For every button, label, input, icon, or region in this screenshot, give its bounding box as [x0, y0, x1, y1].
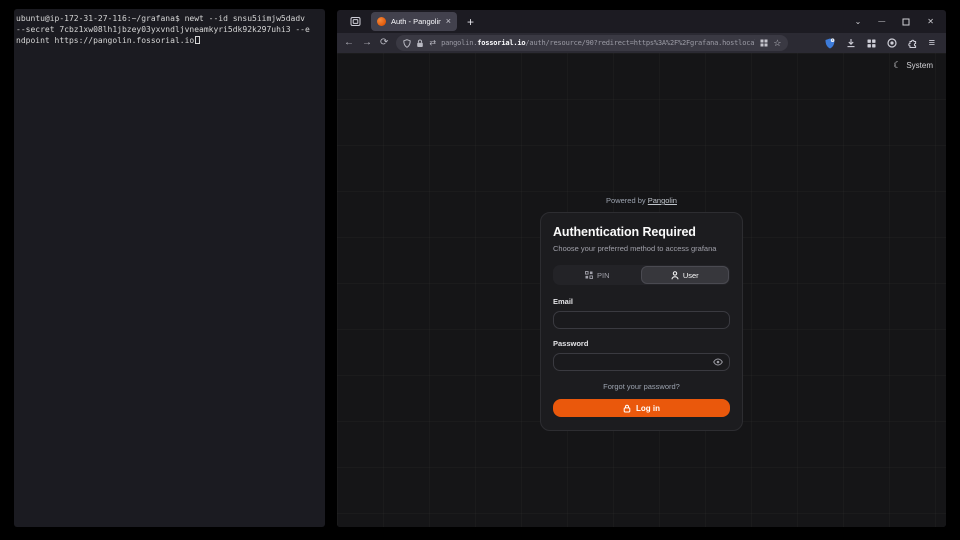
- tab-title: Auth - Pangolin: [391, 17, 441, 26]
- pin-keypad-icon: [585, 271, 593, 279]
- forward-icon[interactable]: →: [362, 38, 372, 48]
- pangolin-link[interactable]: Pangolin: [648, 196, 677, 205]
- powered-by: Powered by Pangolin: [337, 196, 946, 205]
- login-button-label: Log in: [636, 404, 660, 413]
- shortcuts-grid-icon[interactable]: [760, 39, 768, 47]
- terminal-window[interactable]: ubuntu@ip-172-31-27-116:~/grafana$ newt …: [14, 9, 325, 527]
- show-password-icon[interactable]: [713, 358, 723, 366]
- email-label: Email: [553, 297, 730, 306]
- maximize-icon[interactable]: [902, 18, 910, 26]
- new-tab-button[interactable]: +: [467, 16, 474, 28]
- lock-icon[interactable]: [416, 39, 424, 48]
- reload-icon[interactable]: ⟳: [380, 38, 388, 48]
- toolbar-extension-icons: 1 ≡: [825, 38, 935, 49]
- url-bar[interactable]: ⇄ pangolin.fossorial.io/auth/resource/90…: [396, 35, 788, 51]
- theme-label: System: [906, 61, 933, 70]
- moon-icon: ☾: [893, 61, 901, 70]
- auth-method-tabs: PIN User: [553, 265, 730, 285]
- page-content: ☾ System Powered by Pangolin Authenticat…: [337, 53, 946, 527]
- login-lock-icon: [623, 404, 631, 413]
- password-label: Password: [553, 339, 730, 348]
- extensions-puzzle-icon[interactable]: [908, 38, 918, 48]
- login-button[interactable]: Log in: [553, 399, 730, 417]
- terminal-line: --secret 7cbz1xw08lh1jbzey03yxvndljvneam…: [16, 25, 310, 34]
- pangolin-favicon: [377, 17, 386, 26]
- exchange-icon[interactable]: ⇄: [429, 39, 436, 47]
- bookmark-star-icon[interactable]: ☆: [773, 39, 781, 48]
- window-controls: ⌄ — ✕: [855, 18, 934, 26]
- url-domain: fossorial.io: [477, 39, 525, 47]
- theme-toggle[interactable]: ☾ System: [893, 61, 933, 70]
- user-icon: [671, 271, 679, 280]
- forgot-password-link[interactable]: Forgot your password?: [553, 382, 730, 391]
- tab-pin-label: PIN: [597, 271, 610, 280]
- tab-user-label: User: [683, 271, 699, 280]
- downloads-icon[interactable]: [846, 38, 856, 48]
- tab-user[interactable]: User: [641, 266, 730, 284]
- email-field[interactable]: [553, 311, 730, 329]
- back-icon[interactable]: ←: [344, 38, 354, 48]
- tab-bar: Auth - Pangolin × + ⌄ — ✕: [337, 10, 946, 33]
- auth-card: Authentication Required Choose your pref…: [540, 212, 743, 431]
- password-field[interactable]: [553, 353, 730, 371]
- containers-grid-icon[interactable]: [867, 39, 876, 48]
- browser-window: Auth - Pangolin × + ⌄ — ✕ ← → ⟳ ⇄ pangol…: [337, 10, 946, 527]
- terminal-cursor: [195, 36, 200, 44]
- record-circle-icon[interactable]: [887, 38, 897, 48]
- close-window-icon[interactable]: ✕: [927, 18, 934, 26]
- firefox-view-icon[interactable]: [348, 15, 362, 29]
- terminal-line: ndpoint https://pangolin.fossorial.io: [16, 36, 194, 45]
- tab-close-icon[interactable]: ×: [446, 17, 451, 26]
- minimize-icon[interactable]: —: [878, 18, 885, 25]
- url-text[interactable]: pangolin.fossorial.io/auth/resource/90?r…: [441, 39, 755, 47]
- list-tabs-icon[interactable]: ⌄: [855, 18, 862, 26]
- tab-pin[interactable]: PIN: [554, 266, 641, 284]
- menu-icon[interactable]: ≡: [929, 38, 935, 49]
- navigation-toolbar: ← → ⟳ ⇄ pangolin.fossorial.io/auth/resou…: [337, 33, 946, 53]
- card-title: Authentication Required: [553, 225, 730, 239]
- desktop: ubuntu@ip-172-31-27-116:~/grafana$ newt …: [0, 0, 960, 540]
- tracking-shield-icon[interactable]: [403, 39, 411, 48]
- adblock-extension-icon[interactable]: 1: [825, 38, 835, 49]
- tab-auth-pangolin[interactable]: Auth - Pangolin ×: [371, 12, 457, 31]
- card-subtitle: Choose your preferred method to access g…: [553, 244, 730, 253]
- terminal-line: ubuntu@ip-172-31-27-116:~/grafana$ newt …: [16, 14, 305, 23]
